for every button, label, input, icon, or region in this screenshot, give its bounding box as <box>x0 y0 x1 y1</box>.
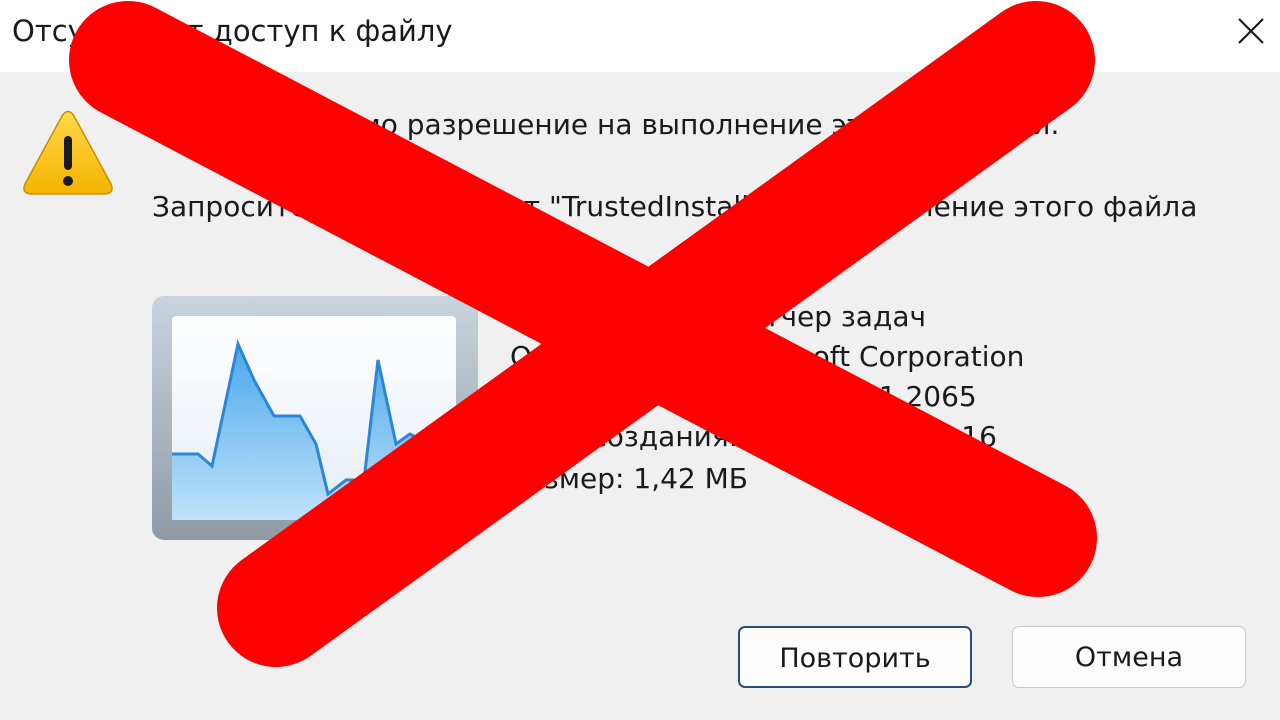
close-icon <box>1238 18 1264 44</box>
warning-icon <box>23 110 113 195</box>
close-button[interactable] <box>1220 0 1280 64</box>
title-bar: Отсутствует доступ к файлу <box>0 0 1280 72</box>
task-manager-icon <box>152 296 478 540</box>
access-denied-dialog: Отсутствует доступ к файлу Вам необходим… <box>0 0 1280 720</box>
message-request: Запросите разрешение от "TrustedInstalle… <box>152 190 1198 223</box>
file-version: Версия файла: 10.0.22621.2065 <box>510 380 977 413</box>
dialog-title: Отсутствует доступ к файлу <box>12 14 453 48</box>
file-size: Размер: 1,42 МБ <box>510 462 748 495</box>
message-permission: Вам необходимо разрешение на выполнение … <box>152 108 1060 141</box>
cancel-button[interactable]: Отмена <box>1012 626 1246 688</box>
file-description: Описание: Диспетчер задач <box>510 300 927 333</box>
file-created: Дата создания: 15.08.2023 21:16 <box>510 420 997 453</box>
file-company: Организация: Microsoft Corporation <box>510 340 1025 373</box>
retry-button[interactable]: Повторить <box>738 626 972 688</box>
